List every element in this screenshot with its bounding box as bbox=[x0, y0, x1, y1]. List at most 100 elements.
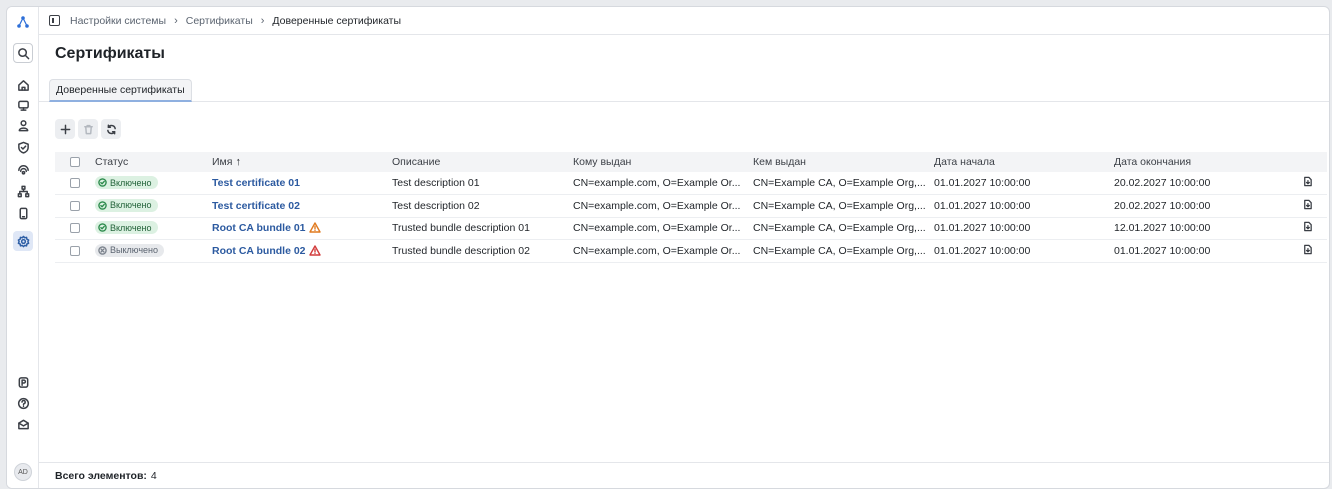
search-icon[interactable] bbox=[13, 43, 33, 63]
header-select-all[interactable] bbox=[55, 152, 95, 172]
row-checkbox[interactable] bbox=[70, 178, 80, 188]
issued-to-cell: CN=example.com, O=Example Or... bbox=[573, 217, 753, 240]
settings-icon[interactable] bbox=[13, 231, 33, 251]
status-cell: Включено bbox=[95, 172, 212, 195]
select-all-checkbox[interactable] bbox=[70, 157, 80, 167]
issued-by-cell: CN=Example CA, O=Example Org,... bbox=[753, 194, 934, 218]
status-cell: Включено bbox=[95, 194, 212, 218]
check-circle-icon bbox=[98, 178, 107, 187]
users-icon[interactable] bbox=[13, 115, 33, 135]
breadcrumb-item-certificates[interactable]: Сертификаты bbox=[186, 15, 253, 27]
end-date-cell: 20.02.2027 10:00:00 bbox=[1114, 194, 1284, 218]
help-icon[interactable] bbox=[13, 393, 33, 413]
delete-button[interactable] bbox=[78, 119, 98, 139]
row-checkbox[interactable] bbox=[70, 200, 80, 211]
device-icon[interactable] bbox=[13, 203, 33, 223]
name-cell: Test certificate 02 bbox=[212, 194, 392, 218]
breadcrumb-current: Доверенные сертификаты bbox=[272, 14, 402, 27]
column-header-issued-by[interactable]: Кем выдан bbox=[753, 152, 934, 172]
end-date-cell: 12.01.2027 10:00:00 bbox=[1114, 217, 1284, 240]
home-icon[interactable] bbox=[13, 75, 33, 95]
table-footer: Всего элементов: 4 bbox=[39, 462, 1329, 488]
trash-icon bbox=[83, 124, 93, 134]
start-date-cell: 01.01.2027 10:00:00 bbox=[934, 239, 1114, 263]
check-circle-icon bbox=[98, 200, 107, 210]
breadcrumb-separator-icon: › bbox=[260, 14, 265, 27]
column-header-end-date[interactable]: Дата окончания bbox=[1114, 152, 1284, 172]
download-icon[interactable] bbox=[1302, 176, 1313, 187]
x-circle-icon bbox=[98, 245, 107, 255]
status-cell: Включено bbox=[95, 217, 212, 240]
name-cell: Root CA bundle 01 bbox=[212, 217, 392, 240]
table-row[interactable]: Включено Test certificate 02 Test descript… bbox=[55, 194, 1327, 218]
action-cell bbox=[1284, 217, 1327, 240]
start-date-cell: 01.01.2027 10:00:00 bbox=[934, 194, 1114, 218]
download-icon[interactable] bbox=[1302, 221, 1313, 232]
issued-to-cell: CN=example.com, O=Example Or... bbox=[573, 194, 753, 218]
column-header-description[interactable]: Описание bbox=[392, 152, 573, 172]
error-icon bbox=[308, 245, 321, 256]
issued-to-cell: CN=example.com, O=Example Or... bbox=[573, 172, 753, 195]
shield-icon[interactable] bbox=[13, 137, 33, 157]
check-circle-icon bbox=[98, 223, 107, 233]
status-badge: Включено bbox=[95, 221, 158, 235]
action-cell bbox=[1284, 172, 1327, 195]
monitor-icon[interactable] bbox=[13, 95, 33, 115]
certificate-name-link[interactable]: Test certificate 02 bbox=[212, 200, 300, 212]
status-badge: Выключено bbox=[95, 243, 164, 257]
name-cell: Test certificate 01 bbox=[212, 172, 392, 195]
mail-icon[interactable] bbox=[13, 414, 33, 434]
total-items-label: Всего элементов: bbox=[55, 469, 147, 482]
row-select-cell bbox=[55, 239, 95, 263]
license-icon[interactable] bbox=[13, 372, 33, 392]
issued-by-cell: CN=Example CA, O=Example Org,... bbox=[753, 239, 934, 263]
row-checkbox[interactable] bbox=[70, 223, 80, 234]
row-select-cell bbox=[55, 217, 95, 240]
download-icon[interactable] bbox=[1302, 244, 1313, 255]
description-cell: Trusted bundle description 01 bbox=[392, 217, 573, 240]
sort-ascending-icon[interactable]: ↑ bbox=[235, 156, 241, 168]
issued-to-cell: CN=example.com, O=Example Or... bbox=[573, 239, 753, 263]
tab-bar: Доверенные сертификаты bbox=[39, 75, 1329, 102]
add-button[interactable] bbox=[55, 119, 75, 139]
table-header-row: Статус Имя ↑ Описание Кому выдан Кем выда… bbox=[55, 152, 1327, 172]
start-date-cell: 01.01.2027 10:00:00 bbox=[934, 172, 1114, 195]
certificate-name-link[interactable]: Test certificate 01 bbox=[212, 177, 300, 189]
column-header-name[interactable]: Имя ↑ bbox=[212, 152, 392, 172]
status-badge: Включено bbox=[95, 176, 158, 189]
description-cell: Test description 02 bbox=[392, 194, 573, 218]
refresh-button[interactable] bbox=[101, 119, 121, 139]
sidebar: AD bbox=[7, 7, 39, 488]
description-cell: Trusted bundle description 02 bbox=[392, 239, 573, 263]
network-icon[interactable] bbox=[13, 159, 33, 179]
action-cell bbox=[1284, 239, 1327, 263]
column-header-start-date[interactable]: Дата начала bbox=[934, 152, 1114, 172]
user-avatar[interactable]: AD bbox=[14, 463, 32, 481]
row-checkbox[interactable] bbox=[70, 245, 80, 256]
app-logo-icon[interactable] bbox=[13, 12, 33, 32]
status-cell: Выключено bbox=[95, 239, 212, 263]
breadcrumb-item-system-settings[interactable]: Настройки системы bbox=[70, 15, 166, 27]
name-cell: Root CA bundle 02 bbox=[212, 239, 392, 263]
download-icon[interactable] bbox=[1302, 199, 1313, 210]
refresh-icon bbox=[106, 124, 116, 134]
description-cell: Test description 01 bbox=[392, 172, 573, 195]
issued-by-cell: CN=Example CA, O=Example Org,... bbox=[753, 172, 934, 195]
tab-trusted-certificates[interactable]: Доверенные сертификаты bbox=[49, 79, 192, 102]
column-header-actions bbox=[1284, 152, 1327, 172]
column-header-status[interactable]: Статус bbox=[95, 152, 212, 172]
end-date-cell: 01.01.2027 10:00:00 bbox=[1114, 239, 1284, 263]
breadcrumb: Настройки системы › Сертификаты › Довере… bbox=[39, 7, 1329, 35]
column-header-issued-to[interactable]: Кому выдан bbox=[573, 152, 753, 172]
certificate-name-link[interactable]: Root CA bundle 02 bbox=[212, 245, 306, 257]
table-row[interactable]: Включено Test certificate 01 Test descript… bbox=[55, 172, 1327, 195]
certificates-table: Статус Имя ↑ Описание Кому выдан Кем выда… bbox=[55, 152, 1327, 263]
table-row[interactable]: Включено Root CA bundle 01 Trusted bundle … bbox=[55, 217, 1327, 240]
end-date-cell: 20.02.2027 10:00:00 bbox=[1114, 172, 1284, 195]
issued-by-cell: CN=Example CA, O=Example Org,... bbox=[753, 217, 934, 240]
sidebar-toggle-icon[interactable] bbox=[49, 15, 60, 26]
table-row[interactable]: Выключено Root CA bundle 02 Trusted bundle… bbox=[55, 239, 1327, 263]
topology-icon[interactable] bbox=[13, 181, 33, 201]
certificate-name-link[interactable]: Root CA bundle 01 bbox=[212, 222, 306, 234]
row-select-cell bbox=[55, 194, 95, 218]
